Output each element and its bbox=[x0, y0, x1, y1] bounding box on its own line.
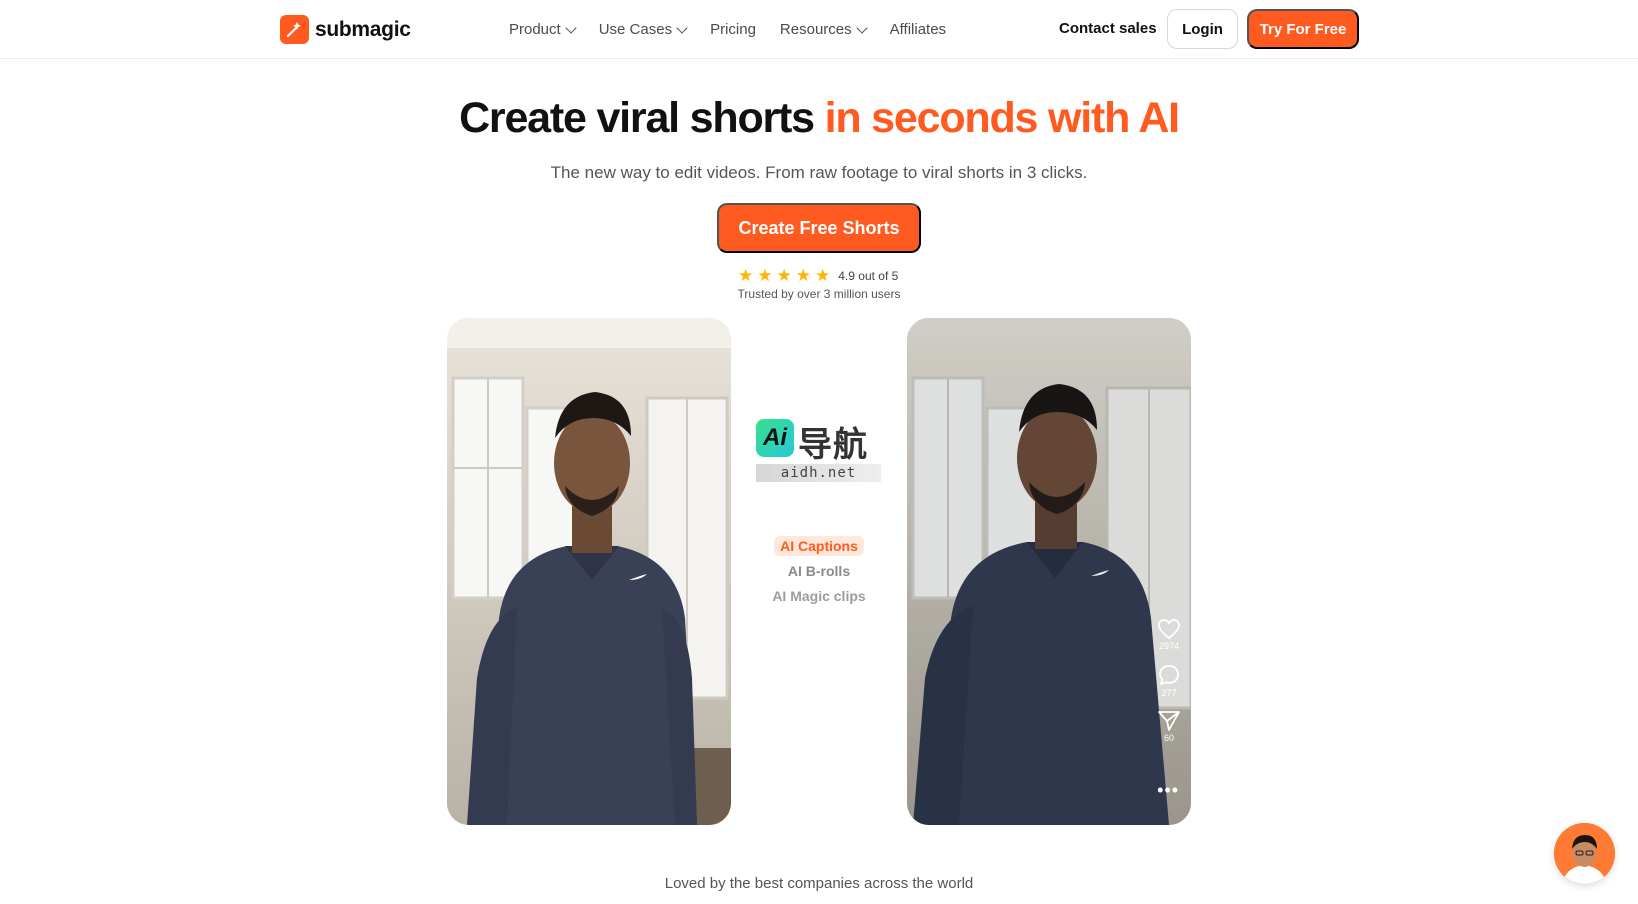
heart-icon bbox=[1158, 619, 1180, 640]
send-icon bbox=[1158, 711, 1180, 731]
hero-title-accent: in seconds with AI bbox=[824, 94, 1180, 142]
trusted-text: Trusted by over 3 million users bbox=[737, 287, 901, 301]
chat-avatar-icon[interactable] bbox=[1554, 823, 1615, 884]
loved-by-text: Loved by the best companies across the w… bbox=[664, 875, 974, 892]
brand-name: submagic bbox=[315, 17, 411, 41]
like-action[interactable]: 2974 bbox=[1157, 618, 1181, 651]
nav-item-label: Use Cases bbox=[598, 21, 673, 38]
nav-item-label: Affiliates bbox=[889, 21, 947, 38]
chevron-down-icon bbox=[565, 21, 577, 34]
aidh-badge: Ai 导航 aidh.net bbox=[756, 419, 881, 482]
comment-icon bbox=[1159, 665, 1179, 686]
hero-subtitle: The new way to edit videos. From raw foo… bbox=[550, 163, 1088, 182]
try-for-free-button[interactable]: Try For Free bbox=[1247, 9, 1359, 49]
nav-item-resources[interactable]: Resources bbox=[779, 21, 868, 38]
nav-item-product[interactable]: Product bbox=[509, 21, 577, 38]
badge-domain-text: aidh.net bbox=[756, 464, 881, 482]
logo-icon bbox=[280, 15, 309, 44]
like-count: 2974 bbox=[1158, 641, 1180, 651]
feature-ai-captions: AI Captions bbox=[0, 536, 1638, 556]
video-overlay bbox=[907, 318, 1191, 825]
star-icon: ★ bbox=[815, 266, 831, 285]
comment-action[interactable]: 277 bbox=[1157, 663, 1181, 698]
star-icon: ★ bbox=[738, 266, 754, 285]
star-icon: ★ bbox=[757, 266, 773, 285]
chevron-down-icon bbox=[676, 21, 688, 34]
star-icon: ★ bbox=[776, 266, 792, 285]
badge-ai-logo: Ai bbox=[756, 419, 794, 457]
login-button[interactable]: Login bbox=[1167, 9, 1238, 49]
nav-item-label: Pricing bbox=[710, 21, 756, 38]
nav-item-label: Product bbox=[509, 21, 561, 38]
contact-sales-link[interactable]: Contact sales bbox=[1059, 20, 1157, 37]
feature-label: AI Magic clips bbox=[772, 588, 866, 604]
feature-ai-b-rolls: AI B-rolls bbox=[0, 561, 1638, 581]
video-after[interactable]: 2974 277 60 ••• bbox=[907, 318, 1191, 825]
chevron-down-icon bbox=[855, 21, 868, 34]
site-header: submagic Product Use Cases Pricing Resou… bbox=[0, 0, 1638, 59]
comment-count: 277 bbox=[1161, 688, 1177, 698]
nav-item-use-cases[interactable]: Use Cases bbox=[598, 21, 688, 38]
badge-cn-text: 导航 bbox=[798, 425, 868, 465]
chat-avatar-image bbox=[1554, 823, 1615, 884]
nav-item-pricing[interactable]: Pricing bbox=[710, 21, 756, 38]
create-free-shorts-button[interactable]: Create Free Shorts bbox=[717, 203, 921, 253]
feature-label: AI B-rolls bbox=[787, 563, 851, 579]
share-action[interactable]: 60 bbox=[1157, 710, 1181, 743]
hero-title: Create viral shorts in seconds with AI bbox=[0, 94, 1638, 143]
nav-item-label: Resources bbox=[779, 21, 852, 38]
nav-item-affiliates[interactable]: Affiliates bbox=[890, 21, 946, 38]
rating: ★ ★ ★ ★ ★ 4.9 out of 5 bbox=[738, 267, 898, 284]
social-actions: 2974 277 60 bbox=[1157, 618, 1181, 743]
feature-label: AI Captions bbox=[774, 536, 864, 556]
share-count: 60 bbox=[1163, 733, 1174, 743]
more-icon[interactable]: ••• bbox=[1157, 781, 1179, 799]
hero-title-main: Create viral shorts bbox=[459, 94, 825, 142]
rating-text: 4.9 out of 5 bbox=[838, 268, 899, 283]
star-icon: ★ bbox=[795, 266, 811, 285]
main-nav: Product Use Cases Pricing Resources Affi… bbox=[509, 0, 946, 59]
feature-ai-magic-clips: AI Magic clips bbox=[0, 586, 1638, 606]
brand-logo[interactable]: submagic bbox=[280, 15, 411, 44]
